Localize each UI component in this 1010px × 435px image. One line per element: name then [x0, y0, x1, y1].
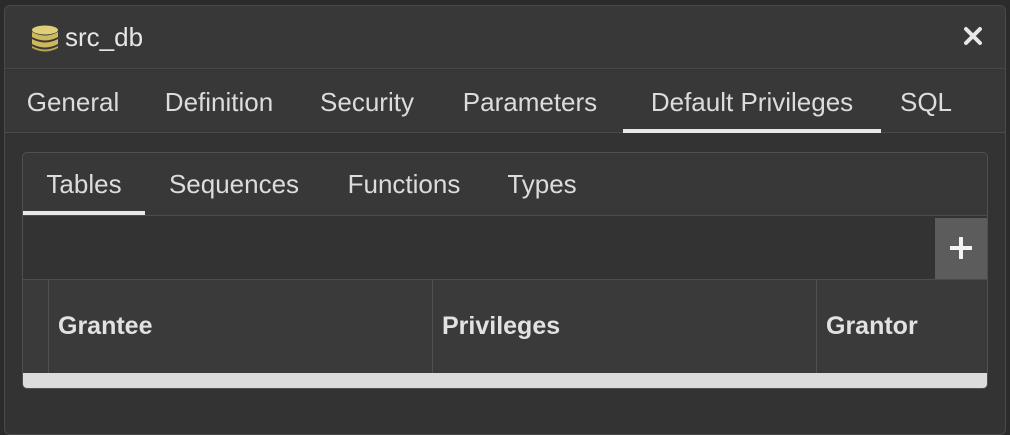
column-header-grantor[interactable]: Grantor	[817, 280, 987, 373]
subtab-functions[interactable]: Functions	[323, 153, 485, 215]
column-label: Grantee	[58, 312, 153, 340]
close-icon[interactable]	[961, 24, 985, 48]
tab-label: SQL	[899, 87, 953, 117]
subtab-label: Functions	[347, 169, 461, 199]
subtab-label: Tables	[46, 169, 122, 199]
column-label: Privileges	[442, 312, 561, 340]
column-label: Grantor	[826, 312, 918, 340]
tab-sql[interactable]: SQL	[881, 70, 971, 133]
column-header-privileges[interactable]: Privileges	[433, 280, 817, 373]
subtab-label: Types	[507, 169, 577, 199]
tab-label: Security	[320, 87, 414, 117]
main-tab-bar: General Definition Security Parameters D…	[5, 70, 1005, 133]
horizontal-scrollbar[interactable]	[23, 373, 987, 388]
row-handle-column	[23, 280, 49, 373]
database-icon	[30, 25, 60, 53]
grid-toolbar	[23, 216, 987, 280]
tab-label: General	[26, 87, 120, 117]
tab-general[interactable]: General	[5, 70, 141, 133]
subtab-types[interactable]: Types	[485, 153, 599, 215]
dialog: src_db General Definition Security Param…	[4, 5, 1006, 435]
dialog-titlebar: src_db	[5, 6, 1005, 69]
tab-parameters[interactable]: Parameters	[437, 70, 623, 133]
subtab-label: Sequences	[168, 169, 300, 199]
column-header-grantee[interactable]: Grantee	[49, 280, 433, 373]
sub-tab-bar: Tables Sequences Functions Types	[23, 153, 987, 216]
dialog-title: src_db	[65, 22, 144, 52]
plus-icon	[950, 237, 972, 259]
add-row-button[interactable]	[935, 218, 987, 279]
tab-default-privileges[interactable]: Default Privileges	[623, 70, 881, 133]
subtab-sequences[interactable]: Sequences	[145, 153, 323, 215]
tab-label: Default Privileges	[650, 87, 854, 117]
tab-label: Definition	[164, 87, 274, 117]
tab-security[interactable]: Security	[297, 70, 437, 133]
tab-label: Parameters	[462, 87, 598, 117]
privileges-panel: Tables Sequences Functions Types Grantee	[22, 152, 988, 389]
subtab-tables[interactable]: Tables	[23, 153, 145, 215]
tab-definition[interactable]: Definition	[141, 70, 297, 133]
grid-header: Grantee Privileges Grantor	[23, 280, 987, 373]
